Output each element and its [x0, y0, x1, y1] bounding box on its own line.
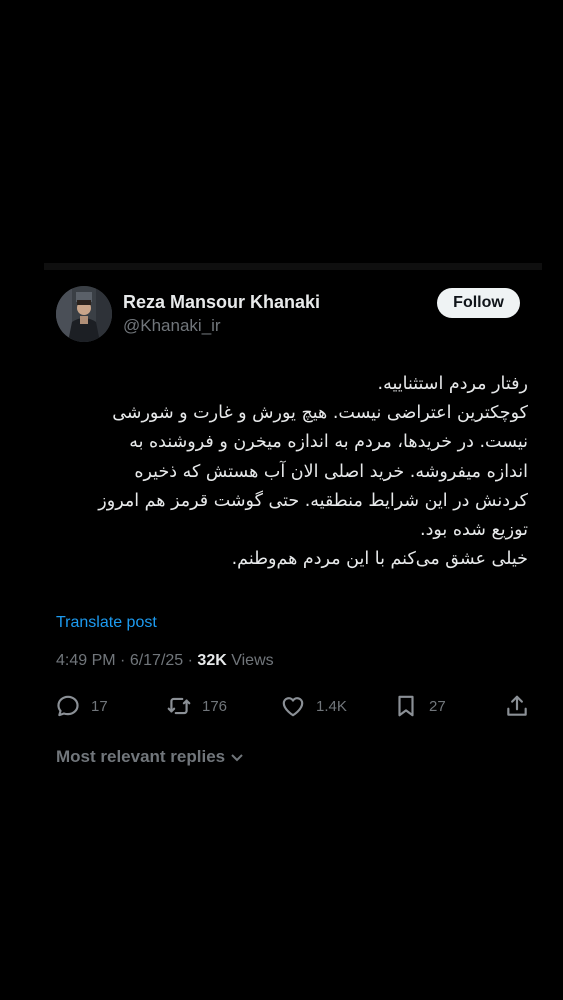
tweet-line: اندازه میفروشه. خرید اصلی الان آب هستش ک… — [134, 461, 528, 482]
bookmark-icon — [398, 695, 414, 717]
tweet-text: رفتار مردم استثناییه. کوچکترین اعتراضی ن… — [56, 370, 528, 574]
tweet-line: خیلی عشق می‌کنم با این مردم هم‌وطنم. — [231, 549, 528, 570]
reply-count: 17 — [91, 697, 108, 715]
views-count: 32K — [197, 652, 227, 669]
author-handle[interactable]: @Khanaki_ir — [123, 316, 221, 336]
replies-sort-label: Most relevant replies — [56, 747, 226, 766]
tweet-metadata: 4:49 PM · 6/17/25 · 32K Views — [56, 652, 274, 670]
author-display-name[interactable]: Reza Mansour Khanaki — [123, 292, 320, 313]
share-icon — [507, 695, 527, 716]
post-time[interactable]: 4:49 PM — [56, 652, 116, 669]
repost-icon — [167, 697, 191, 715]
meta-separator: · — [115, 652, 130, 669]
tweet-line: توزیع شده بود. — [420, 520, 528, 541]
tweet-line: نیست. در خریدها، مردم به اندازه میخرن و … — [129, 432, 528, 453]
repost-button[interactable]: 176 — [166, 691, 227, 721]
reply-button[interactable]: 17 — [55, 691, 108, 721]
views-label: Views — [226, 652, 274, 669]
bookmark-button[interactable]: 27 — [393, 691, 446, 721]
top-divider — [44, 263, 542, 270]
like-button[interactable]: 1.4K — [280, 691, 347, 721]
tweet-line: کوچکترین اعتراضی نیست. هیچ یورش و غارت و… — [112, 403, 528, 424]
avatar[interactable] — [56, 286, 112, 342]
translate-post-link[interactable]: Translate post — [56, 614, 157, 632]
follow-button[interactable]: Follow — [437, 288, 520, 318]
post-date[interactable]: 6/17/25 — [130, 652, 183, 669]
heart-icon — [282, 697, 304, 717]
like-count: 1.4K — [316, 697, 347, 715]
share-button[interactable] — [504, 691, 530, 721]
tweet-line: کردنش در این شرایط منطقیه. حتی گوشت قرمز… — [98, 490, 528, 511]
replies-sort-dropdown[interactable]: Most relevant replies — [56, 747, 245, 767]
tweet-line: رفتار مردم استثناییه. — [377, 374, 528, 394]
bookmark-count: 27 — [429, 697, 446, 715]
repost-count: 176 — [202, 697, 228, 715]
meta-separator: · — [183, 652, 198, 669]
reply-icon — [57, 695, 79, 717]
avatar-photo — [56, 286, 112, 342]
chevron-down-icon — [231, 754, 243, 762]
